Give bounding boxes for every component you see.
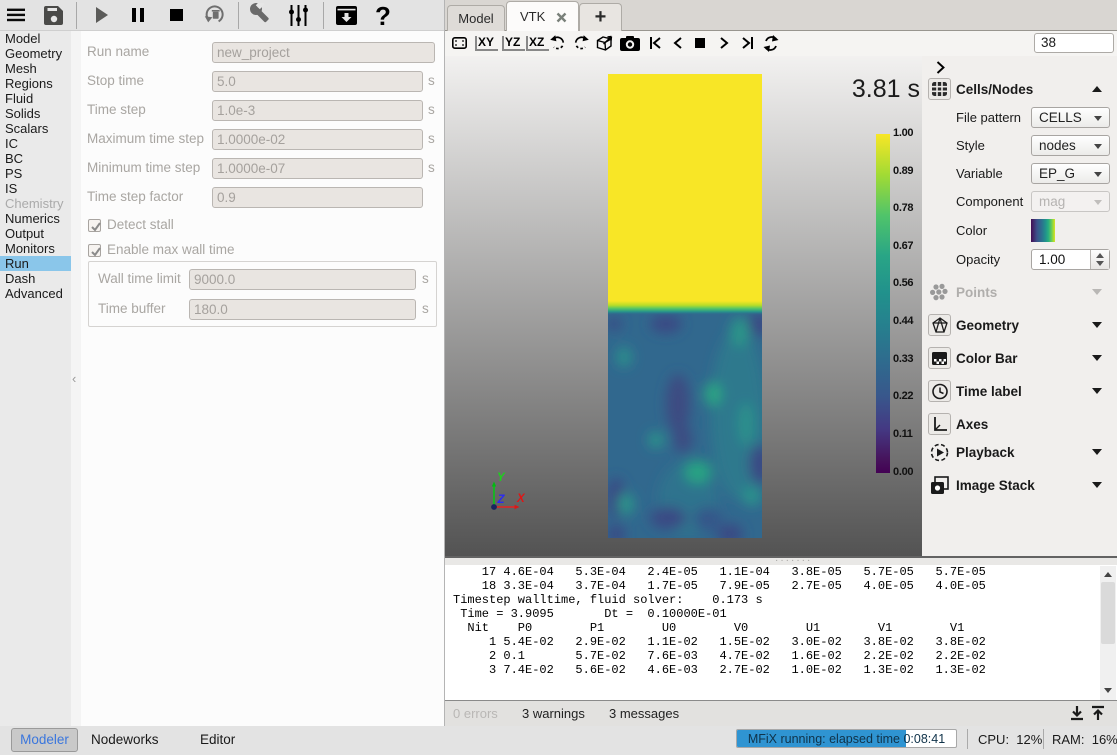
svg-text:Z: Z xyxy=(497,494,506,506)
svg-text:Y: Y xyxy=(497,472,506,484)
svg-text:X: X xyxy=(516,493,526,505)
